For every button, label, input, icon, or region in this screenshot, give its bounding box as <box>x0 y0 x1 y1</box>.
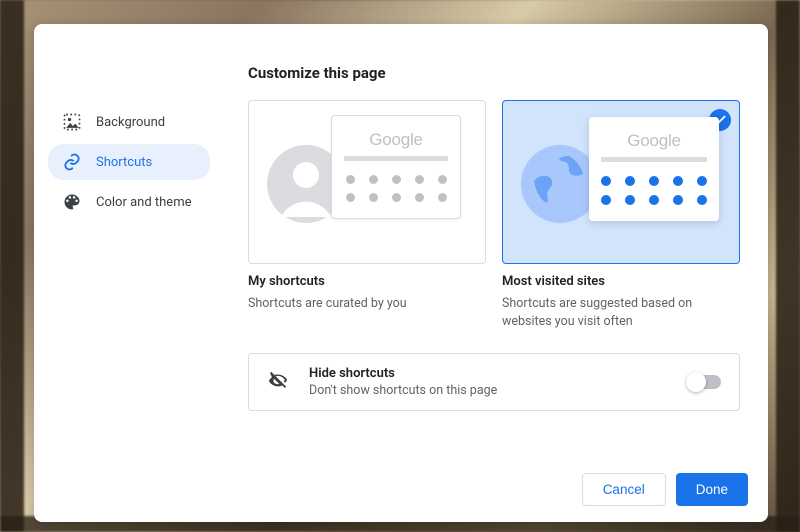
dialog-body: Background Shortcuts Color and theme Cus… <box>34 24 768 461</box>
google-logo-text: Google <box>601 131 707 151</box>
shortcut-dots <box>344 175 448 202</box>
sidebar-item-background[interactable]: Background <box>48 104 210 140</box>
hide-desc: Don't show shortcuts on this page <box>309 383 497 398</box>
sidebar-item-label: Color and theme <box>96 195 192 210</box>
shortcut-dots <box>601 176 707 205</box>
option-title: My shortcuts <box>248 274 486 289</box>
done-button[interactable]: Done <box>676 473 748 506</box>
hide-title: Hide shortcuts <box>309 366 497 381</box>
option-my-shortcuts[interactable]: Google <box>248 100 486 264</box>
visibility-off-icon <box>267 369 289 395</box>
searchbar-placeholder <box>601 157 707 162</box>
cancel-button[interactable]: Cancel <box>582 473 666 506</box>
sidebar-item-color-theme[interactable]: Color and theme <box>48 184 210 220</box>
option-label-most-visited: Most visited sites Shortcuts are suggest… <box>502 274 740 331</box>
content: Customize this page Google <box>220 24 768 461</box>
globe-icon <box>521 145 599 223</box>
preview-tile: Google <box>589 117 719 221</box>
sidebar-item-label: Shortcuts <box>96 155 152 170</box>
option-desc: Shortcuts are curated by you <box>248 295 486 313</box>
hide-shortcuts-row: Hide shortcuts Don't show shortcuts on t… <box>248 353 740 411</box>
customize-dialog: Background Shortcuts Color and theme Cus… <box>34 24 768 522</box>
option-desc: Shortcuts are suggested based on website… <box>502 295 740 331</box>
dialog-footer: Cancel Done <box>34 461 768 522</box>
sidebar: Background Shortcuts Color and theme <box>34 24 220 461</box>
hide-text: Hide shortcuts Don't show shortcuts on t… <box>309 366 497 398</box>
options-row: Google <box>248 100 740 264</box>
google-logo-text: Google <box>344 130 448 150</box>
preview-tile: Google <box>331 115 461 219</box>
sidebar-item-label: Background <box>96 115 165 130</box>
option-most-visited[interactable]: Google <box>502 100 740 264</box>
option-title: Most visited sites <box>502 274 740 289</box>
searchbar-placeholder <box>344 156 448 161</box>
option-label-my-shortcuts: My shortcuts Shortcuts are curated by yo… <box>248 274 486 331</box>
option-labels: My shortcuts Shortcuts are curated by yo… <box>248 274 740 331</box>
palette-icon <box>62 192 82 212</box>
image-icon <box>62 112 82 132</box>
hide-shortcuts-toggle[interactable] <box>689 375 721 389</box>
link-icon <box>62 152 82 172</box>
sidebar-item-shortcuts[interactable]: Shortcuts <box>48 144 210 180</box>
dialog-title: Customize this page <box>248 64 740 82</box>
